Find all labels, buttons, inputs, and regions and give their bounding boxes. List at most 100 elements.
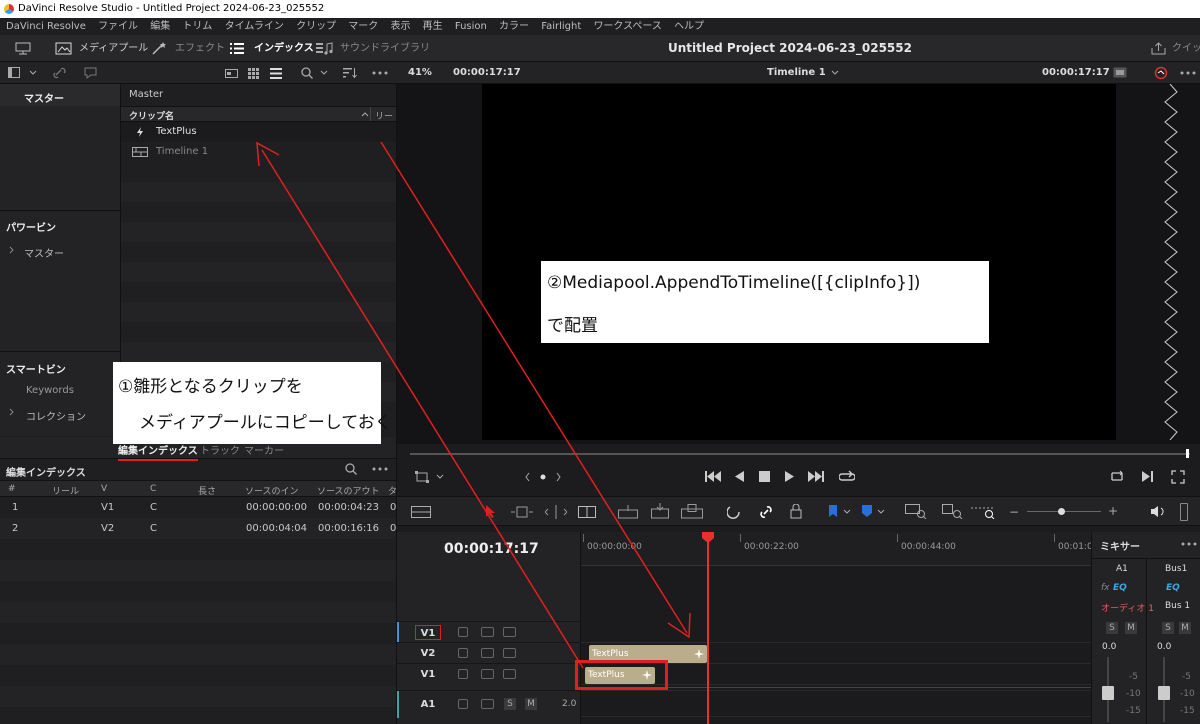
media-pool-button[interactable]: メディアプール (79, 35, 148, 62)
speaker-icon[interactable] (1150, 505, 1166, 518)
menu-fusion[interactable]: Fusion (455, 21, 487, 32)
track-label-v1-bottom[interactable]: V1 (415, 667, 441, 682)
track-lock-icon[interactable] (458, 669, 468, 679)
table-row[interactable]: 2 V2 C 00:00:04:04 00:00:16:16 0 (0, 518, 396, 539)
expand-chevron-icon[interactable] (9, 246, 15, 254)
edit-index-more-icon[interactable] (372, 467, 388, 471)
sound-library-button[interactable]: サウンドライブラリ (340, 35, 430, 62)
selection-tool-icon[interactable] (485, 504, 497, 519)
menu-file[interactable]: ファイル (98, 21, 138, 32)
play-icon[interactable] (785, 471, 794, 482)
col-duration[interactable]: 長さ (198, 484, 216, 497)
sound-library-icon[interactable] (316, 42, 333, 55)
timeline-ruler[interactable]: 00:00:00:00 00:00:22:00 00:00:44:00 00:0… (581, 532, 1093, 566)
zoom-out-icon[interactable]: − (1009, 505, 1019, 519)
fullscreen-icon[interactable] (1171, 470, 1185, 484)
mixer-solo-a1[interactable]: S (1106, 622, 1118, 634)
mixer-mute-a1[interactable]: M (1125, 622, 1137, 634)
sort-icon[interactable] (343, 67, 357, 79)
track-header-v1-top[interactable]: V1 (397, 621, 581, 643)
column-clip-name[interactable]: クリップ名 (129, 109, 174, 122)
chevron-down-icon[interactable] (29, 70, 37, 76)
track-auto-select-icon[interactable] (481, 699, 494, 709)
timeline-area[interactable]: 00:00:00:00 00:00:22:00 00:00:44:00 00:0… (581, 532, 1093, 724)
track-header-v2[interactable]: V2 (397, 642, 581, 663)
match-frame-icon[interactable] (1109, 470, 1125, 483)
menu-playback[interactable]: 再生 (423, 21, 443, 32)
replace-clip-icon[interactable] (681, 504, 703, 519)
timeline-timecode[interactable]: 00:00:17:17 (444, 541, 539, 557)
track-auto-select-icon[interactable] (481, 669, 494, 679)
col-source-out[interactable]: ソースのアウト (317, 484, 380, 497)
mixer-route-bus1[interactable]: Bus 1 (1165, 601, 1190, 611)
collection-chevron-icon[interactable] (9, 408, 15, 416)
linked-selection-icon[interactable] (758, 505, 774, 519)
mixer-eq-label[interactable]: EQ (1113, 583, 1127, 593)
track-label-v1[interactable]: V1 (415, 625, 441, 640)
timeline-chevron-icon[interactable] (831, 70, 839, 76)
position-lock-icon[interactable] (790, 504, 802, 519)
menu-mark[interactable]: マーク (348, 21, 378, 32)
track-lock-icon[interactable] (458, 627, 468, 637)
index-button[interactable]: インデックス (254, 35, 314, 62)
next-edit-icon[interactable] (1142, 471, 1154, 482)
mixer-route-a1[interactable]: オーディオ 1 (1101, 601, 1154, 614)
scrub-playhead[interactable] (1186, 449, 1189, 458)
sidebar-toggle-icon[interactable] (8, 67, 20, 78)
metadata-icon[interactable] (84, 67, 97, 79)
menu-clip[interactable]: クリップ (296, 21, 336, 32)
monitor-icon[interactable] (15, 42, 31, 55)
tab-edit-index[interactable]: 編集インデックス (118, 442, 198, 461)
blade-tool-icon[interactable] (578, 506, 596, 518)
menu-view[interactable]: 表示 (390, 21, 410, 32)
mixer-toggle[interactable] (1180, 503, 1188, 521)
go-to-end-icon[interactable] (808, 471, 824, 482)
track-label-a1[interactable]: A1 (415, 697, 441, 712)
link-icon[interactable] (53, 67, 66, 79)
go-to-start-icon[interactable] (705, 471, 721, 482)
menu-color[interactable]: カラー (499, 21, 529, 32)
col-v[interactable]: V (101, 484, 107, 494)
menu-fairlight[interactable]: Fairlight (541, 21, 581, 32)
track-lock-icon[interactable] (458, 648, 468, 658)
mixer-solo-bus1[interactable]: S (1162, 622, 1174, 634)
col-source-in[interactable]: ソースのイン (245, 484, 299, 497)
track-mute-button[interactable]: M (525, 698, 537, 710)
quick-export-icon[interactable] (1151, 42, 1166, 55)
tab-markers[interactable]: マーカー (244, 442, 284, 457)
bin-master[interactable]: マスター (24, 90, 64, 105)
smart-bin-collection[interactable]: コレクション (26, 408, 86, 423)
dynamic-trim-icon[interactable] (545, 505, 567, 519)
mixer-eq-label-bus[interactable]: EQ (1166, 583, 1180, 593)
audio-scope-icon[interactable] (1153, 66, 1169, 80)
transform-chevron-icon[interactable] (436, 474, 444, 480)
clip-row-textplus[interactable]: TextPlus (121, 122, 396, 142)
fader-handle-bus1[interactable] (1158, 686, 1170, 700)
mixer-mute-bus1[interactable]: M (1179, 622, 1191, 634)
marker-icon[interactable] (861, 505, 873, 518)
clip-row-timeline[interactable]: Timeline 1 (121, 142, 396, 162)
loop-icon[interactable] (839, 470, 855, 483)
tab-tracks[interactable]: トラック (200, 442, 240, 457)
track-header-a1[interactable]: A1 S M 2.0 (397, 690, 581, 718)
zoom-slider-handle[interactable] (1058, 508, 1065, 515)
metadata-view-icon[interactable] (225, 69, 238, 78)
viewer-scrub-bar[interactable] (410, 453, 1190, 455)
col-extra[interactable]: タ (388, 484, 397, 497)
stop-icon[interactable] (759, 471, 770, 482)
marker-chevron-icon[interactable] (877, 509, 885, 515)
menu-edit[interactable]: 編集 (150, 21, 170, 32)
viewer-options-icon[interactable] (1113, 67, 1128, 79)
playhead-handle-icon[interactable] (701, 532, 715, 544)
menu-help[interactable]: ヘルプ (674, 21, 704, 32)
table-row[interactable]: 1 V1 C 00:00:00:00 00:00:04:23 0 (0, 497, 396, 518)
index-list-icon[interactable] (230, 43, 244, 54)
col-c[interactable]: C (150, 484, 156, 494)
play-reverse-icon[interactable] (735, 471, 744, 482)
overwrite-clip-icon[interactable] (651, 503, 669, 519)
track-disable-icon[interactable] (503, 648, 516, 658)
viewer-more-icon[interactable] (1180, 71, 1196, 75)
smart-bin-keywords[interactable]: Keywords (26, 385, 74, 396)
zoom-detail-icon[interactable] (942, 504, 964, 519)
zoom-full-icon[interactable] (905, 504, 927, 519)
